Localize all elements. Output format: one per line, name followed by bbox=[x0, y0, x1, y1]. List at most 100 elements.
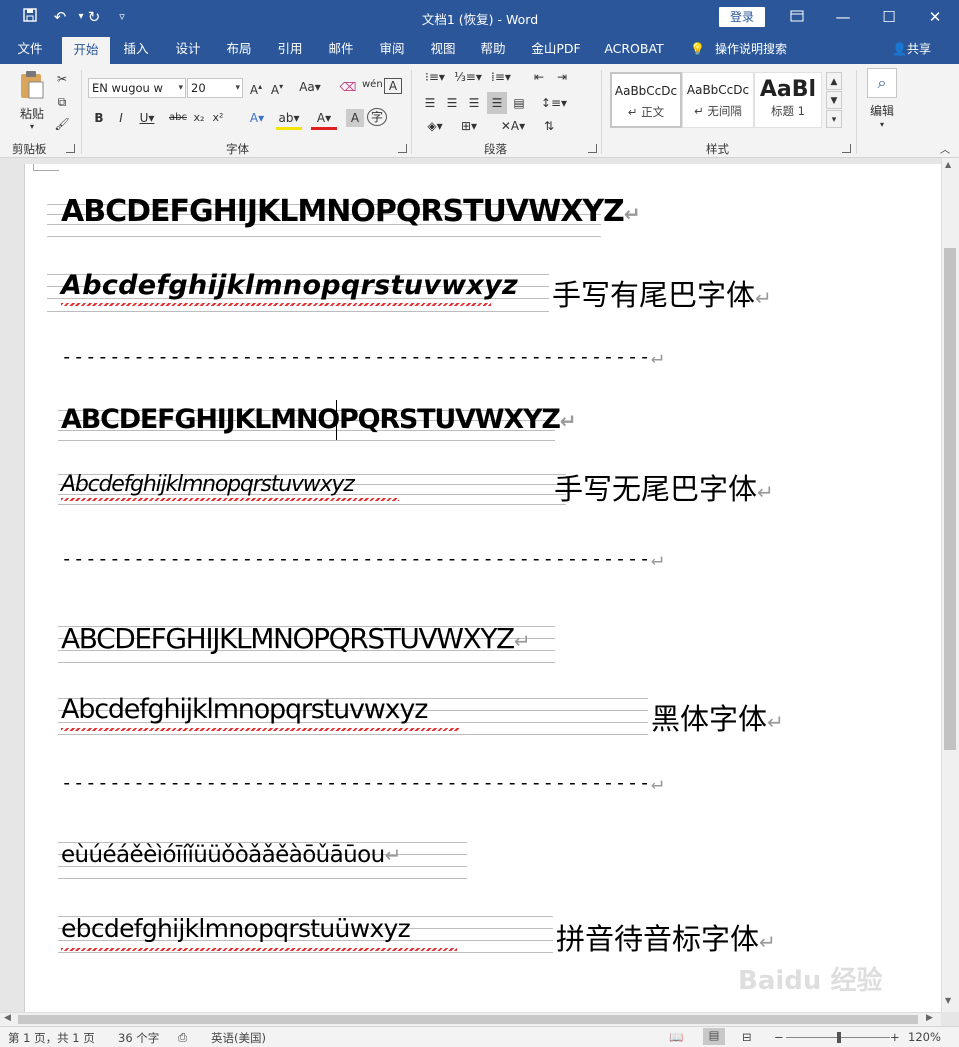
maximize-icon[interactable]: ☐ bbox=[870, 4, 908, 30]
proofing-icon[interactable]: ⎙ bbox=[178, 1030, 187, 1045]
strikethrough-icon[interactable]: abc bbox=[168, 109, 188, 127]
clear-formatting-icon[interactable]: ⌫ bbox=[339, 78, 357, 96]
tab-kingsoft-pdf[interactable]: 金山PDF bbox=[525, 34, 587, 64]
save-icon[interactable] bbox=[20, 7, 40, 27]
tab-layout[interactable]: 布局 bbox=[217, 34, 261, 64]
character-border-icon[interactable]: A bbox=[384, 78, 402, 94]
document-page[interactable]: ABCDEFGHIJKLMNOPQRSTUVWXYZ↵ Abcdefghijkl… bbox=[24, 164, 941, 1012]
ribbon-home: 粘贴 ▾ ✂ ⧉ 🖌 剪贴板 EN wugou w ▾ 20 ▾ A▴ A▾ Aa▾… bbox=[0, 64, 959, 158]
font-color-icon[interactable]: A▾ bbox=[311, 109, 337, 130]
clipboard-launcher-icon[interactable] bbox=[66, 144, 75, 153]
borders-icon[interactable]: ⊞▾ bbox=[455, 117, 483, 135]
align-right-icon[interactable]: ☰ bbox=[465, 94, 483, 112]
grow-font-icon[interactable]: A▴ bbox=[247, 78, 265, 99]
language[interactable]: 英语(美国) bbox=[211, 1030, 266, 1046]
align-left-icon[interactable]: ☰ bbox=[421, 94, 439, 112]
style-normal[interactable]: AaBbCcDc ↵ 正文 bbox=[610, 72, 682, 128]
shading-icon[interactable]: ◈▾ bbox=[421, 117, 449, 135]
italic-icon[interactable]: I bbox=[114, 109, 128, 127]
tell-me-search[interactable]: 💡 操作说明搜索 bbox=[690, 34, 787, 64]
tab-mailings[interactable]: 邮件 bbox=[319, 34, 363, 64]
document-line-2: Abcdefghijklmnopqrstuvwxyz bbox=[61, 270, 519, 301]
character-shading-icon[interactable]: A bbox=[346, 109, 364, 127]
page-count[interactable]: 第 1 页，共 1 页 bbox=[8, 1030, 95, 1046]
superscript-icon[interactable]: x² bbox=[210, 109, 226, 127]
sort-icon[interactable]: ⇅ bbox=[540, 117, 558, 135]
font-name-combo[interactable]: EN wugou w ▾ bbox=[88, 78, 186, 98]
numbering-icon[interactable]: ⅓≡▾ bbox=[454, 68, 482, 86]
editing-button[interactable]: ⌕ 编辑 ▾ bbox=[866, 68, 898, 138]
tab-view[interactable]: 视图 bbox=[421, 34, 465, 64]
style-no-spacing[interactable]: AaBbCcDc ↵ 无间隔 bbox=[682, 72, 754, 128]
text-effects-icon[interactable]: A▾ bbox=[244, 109, 270, 127]
cut-icon[interactable]: ✂ bbox=[54, 70, 70, 88]
bullets-icon[interactable]: ⁝≡▾ bbox=[421, 68, 449, 86]
read-mode-icon[interactable]: 📖 bbox=[669, 1030, 683, 1044]
line-spacing-icon[interactable]: ↕≡▾ bbox=[540, 94, 568, 112]
font-size-combo[interactable]: 20 ▾ bbox=[187, 78, 243, 98]
justify-icon[interactable]: ☰ bbox=[487, 92, 507, 114]
web-layout-icon[interactable]: ⊟ bbox=[742, 1030, 752, 1044]
style-heading-1[interactable]: AaBl 标题 1 bbox=[754, 72, 822, 128]
paste-button[interactable]: 粘贴 ▾ bbox=[10, 68, 54, 134]
customize-icon[interactable]: ▿ bbox=[112, 7, 132, 27]
change-case-icon[interactable]: Aa▾ bbox=[296, 78, 324, 96]
title-bar: ↶ ▾ ↻ ▿ 文档1 (恢复) - Word 登录 — ☐ ✕ bbox=[0, 0, 959, 34]
share-button[interactable]: 👤共享 bbox=[892, 34, 931, 64]
bold-icon[interactable]: B bbox=[92, 109, 106, 127]
close-icon[interactable]: ✕ bbox=[916, 4, 954, 30]
copy-icon[interactable]: ⧉ bbox=[54, 93, 70, 111]
increase-indent-icon[interactable]: ⇥ bbox=[553, 68, 571, 86]
document-line-4: ABCDEFGHIJKLMNOPQRSTUVWXYZ↵ bbox=[61, 404, 576, 435]
vertical-scroll-thumb[interactable] bbox=[944, 248, 956, 750]
tab-acrobat[interactable]: ACROBAT bbox=[598, 34, 670, 64]
scroll-up-icon[interactable]: ▲ bbox=[945, 160, 951, 169]
print-layout-icon[interactable]: ▤ bbox=[703, 1028, 725, 1045]
highlight-icon[interactable]: ab▾ bbox=[276, 109, 302, 130]
tab-design[interactable]: 设计 bbox=[166, 34, 210, 64]
minimize-icon[interactable]: — bbox=[824, 4, 862, 30]
underline-icon[interactable]: U▾ bbox=[136, 109, 158, 127]
tab-home[interactable]: 开始 bbox=[62, 37, 110, 64]
align-center-icon[interactable]: ☰ bbox=[443, 94, 461, 112]
word-count[interactable]: 36 个字 bbox=[118, 1030, 159, 1046]
paragraph-launcher-icon[interactable] bbox=[588, 144, 597, 153]
tab-references[interactable]: 引用 bbox=[268, 34, 312, 64]
decrease-indent-icon[interactable]: ⇤ bbox=[530, 68, 548, 86]
asian-layout-icon[interactable]: ✕A▾ bbox=[499, 117, 527, 135]
tab-review[interactable]: 审阅 bbox=[370, 34, 414, 64]
styles-launcher-icon[interactable] bbox=[842, 144, 851, 153]
tab-help[interactable]: 帮助 bbox=[471, 34, 515, 64]
horizontal-scroll-thumb[interactable] bbox=[18, 1015, 918, 1024]
signin-button[interactable]: 登录 bbox=[719, 7, 765, 27]
styles-more-icon[interactable]: ▾ bbox=[826, 110, 842, 128]
chevron-down-icon: ▾ bbox=[235, 83, 240, 93]
zoom-level[interactable]: 120% bbox=[908, 1030, 941, 1044]
shrink-font-icon[interactable]: A▾ bbox=[268, 78, 286, 99]
document-separator-1: ----------------------------------------… bbox=[61, 344, 664, 368]
scroll-right-icon[interactable]: ▶ bbox=[926, 1013, 933, 1023]
phonetic-guide-icon[interactable]: wén bbox=[362, 76, 383, 94]
undo-icon[interactable]: ↶ bbox=[50, 7, 70, 27]
ribbon-display-options-icon[interactable] bbox=[778, 4, 816, 30]
distributed-icon[interactable]: ▤ bbox=[510, 94, 528, 112]
tab-insert[interactable]: 插入 bbox=[114, 34, 158, 64]
tab-file[interactable]: 文件 bbox=[8, 34, 52, 64]
subscript-icon[interactable]: x₂ bbox=[191, 109, 207, 127]
caption-pinyin-tone: 拼音待音标字体↵ bbox=[556, 922, 776, 956]
zoom-slider-thumb[interactable] bbox=[837, 1032, 841, 1043]
ribbon-tabs: 文件 开始 插入 设计 布局 引用 邮件 审阅 视图 帮助 金山PDF ACRO… bbox=[0, 34, 959, 64]
font-launcher-icon[interactable] bbox=[398, 144, 407, 153]
scroll-left-icon[interactable]: ◀ bbox=[4, 1013, 11, 1023]
styles-scroll-down-icon[interactable]: ▼ bbox=[826, 91, 842, 109]
multilevel-list-icon[interactable]: ⁞≡▾ bbox=[486, 68, 516, 86]
zoom-in-icon[interactable]: + bbox=[890, 1030, 900, 1044]
zoom-out-icon[interactable]: − bbox=[774, 1030, 784, 1044]
format-painter-icon[interactable]: 🖌 bbox=[54, 115, 70, 133]
scroll-down-icon[interactable]: ▼ bbox=[945, 996, 951, 1005]
styles-scroll-up-icon[interactable]: ▲ bbox=[826, 72, 842, 90]
redo-icon[interactable]: ↻ bbox=[84, 7, 104, 27]
font-group-label: 字体 bbox=[226, 142, 249, 156]
horizontal-scrollbar[interactable]: ◀ ▶ bbox=[0, 1012, 941, 1026]
enclose-characters-icon[interactable]: 字 bbox=[367, 108, 387, 126]
